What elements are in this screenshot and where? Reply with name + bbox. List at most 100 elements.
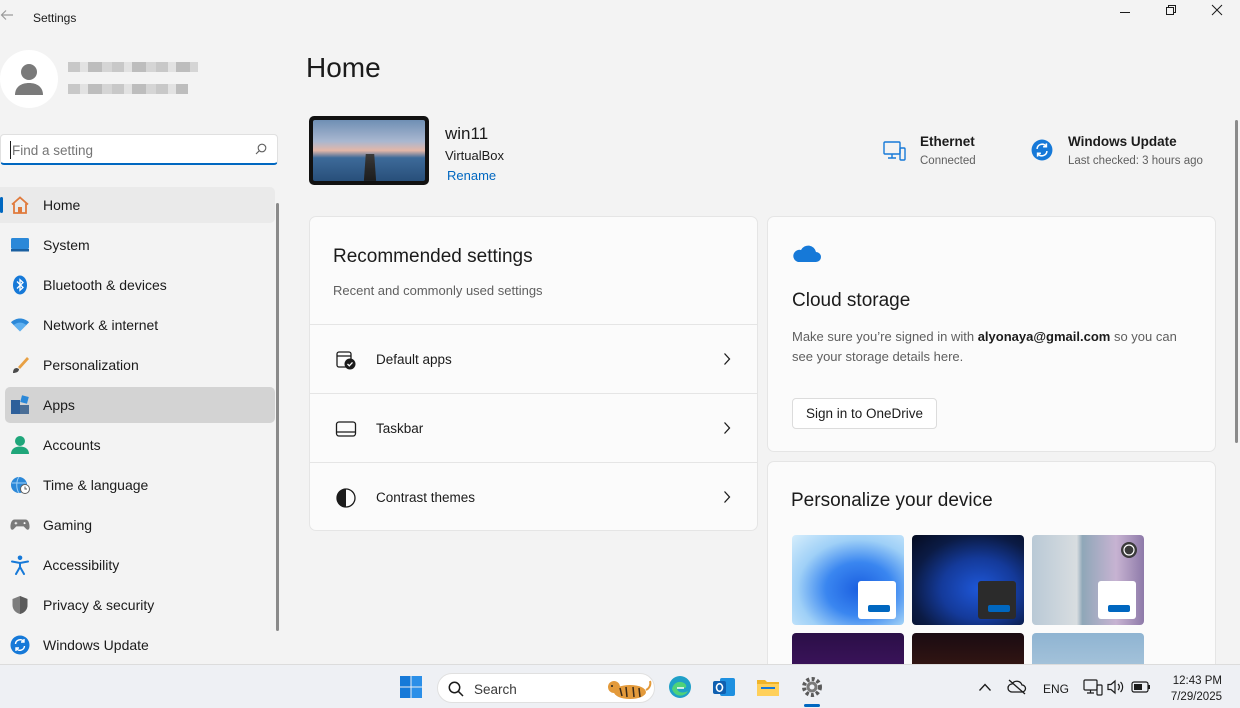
avatar[interactable] xyxy=(0,50,58,108)
sidebar-item-label: Time & language xyxy=(43,477,149,493)
minimize-button[interactable] xyxy=(1102,0,1148,20)
edge-icon[interactable] xyxy=(668,675,692,699)
taskbar-search[interactable]: Search xyxy=(437,673,655,703)
active-app-indicator xyxy=(804,704,820,707)
device-name: win11 xyxy=(445,124,489,143)
file-explorer-icon[interactable] xyxy=(756,675,780,699)
contrast-icon xyxy=(335,487,357,509)
search-input[interactable] xyxy=(10,141,240,159)
sidebar-item-label: Network & internet xyxy=(43,317,159,333)
sidebar-item-accessibility[interactable]: Accessibility xyxy=(5,547,275,583)
sidebar-item-windows-update[interactable]: Windows Update xyxy=(5,627,275,663)
gamepad-icon xyxy=(10,515,30,535)
recommended-subtitle: Recent and commonly used settings xyxy=(333,283,543,298)
search-icon[interactable] xyxy=(255,143,267,155)
personalize-card: Personalize your device xyxy=(767,461,1216,708)
sidebar-item-time-language[interactable]: Time & language xyxy=(5,467,275,503)
tiger-illustration-icon xyxy=(608,680,652,699)
sidebar-item-label: Windows Update xyxy=(43,637,149,653)
sidebar-item-label: Personalization xyxy=(43,357,139,373)
recommended-row-contrast-themes[interactable]: Contrast themes xyxy=(310,462,757,531)
user-icon xyxy=(15,64,43,95)
cloud-storage-card: Cloud storage Make sure you’re signed in… xyxy=(767,216,1216,452)
restore-button[interactable] xyxy=(1148,0,1194,20)
theme-thumbnail-dark[interactable] xyxy=(912,535,1024,625)
sidebar-scrollbar[interactable] xyxy=(276,203,279,631)
bluetooth-icon xyxy=(10,275,30,295)
battery-icon[interactable] xyxy=(1129,675,1153,699)
sidebar-item-apps[interactable]: Apps xyxy=(5,387,275,423)
page-title: Home xyxy=(306,52,381,83)
spotlight-icon xyxy=(1121,542,1137,558)
sidebar-item-network[interactable]: Network & internet xyxy=(5,307,275,343)
sidebar-item-bluetooth[interactable]: Bluetooth & devices xyxy=(5,267,275,303)
time-language-icon xyxy=(10,475,30,495)
rename-link[interactable]: Rename xyxy=(447,168,496,183)
close-button[interactable] xyxy=(1194,0,1240,20)
back-arrow-icon[interactable] xyxy=(0,8,16,24)
taskbar: Search ENG 12:43 PM 7/29/2025 xyxy=(0,664,1240,708)
windows-start-icon[interactable] xyxy=(399,675,423,699)
sidebar-item-label: Apps xyxy=(43,397,75,413)
row-label: Taskbar xyxy=(376,421,424,436)
main-scrollbar[interactable] xyxy=(1235,120,1238,443)
ethernet-subtitle: Connected xyxy=(920,155,976,167)
sidebar-item-home[interactable]: Home xyxy=(0,187,275,223)
sidebar-item-system[interactable]: System xyxy=(5,227,275,263)
sidebar-item-label: Accessibility xyxy=(43,557,120,573)
volume-icon[interactable] xyxy=(1105,675,1129,699)
settings-gear-icon[interactable] xyxy=(800,675,824,699)
cloud-storage-title: Cloud storage xyxy=(792,290,911,311)
chevron-right-icon xyxy=(724,422,731,434)
theme-thumbnail-spotlight[interactable] xyxy=(1032,535,1144,625)
recommended-row-default-apps[interactable]: Default apps xyxy=(310,324,757,393)
sidebar-item-privacy[interactable]: Privacy & security xyxy=(5,587,275,623)
onedrive-cloud-icon xyxy=(793,245,821,262)
home-icon xyxy=(10,195,30,215)
clock-date[interactable]: 7/29/2025 xyxy=(1166,691,1222,703)
account-email: alyonaya@gmail.com xyxy=(977,329,1111,344)
title-bar: Settings xyxy=(0,0,1240,34)
personalize-title: Personalize your device xyxy=(791,490,993,511)
taskbar-icon xyxy=(335,418,357,440)
language-indicator[interactable]: ENG xyxy=(1043,682,1069,696)
network-status-icon[interactable] xyxy=(1081,675,1105,699)
network-icon xyxy=(10,315,30,335)
recommended-settings-card: Recommended settings Recent and commonly… xyxy=(309,216,758,531)
update-icon xyxy=(1031,139,1055,163)
sidebar-nav: Home System Bluetooth & devices Network … xyxy=(0,187,280,667)
sidebar-item-label: System xyxy=(43,237,90,253)
ethernet-icon xyxy=(883,139,907,163)
outlook-icon[interactable] xyxy=(712,675,736,699)
ethernet-title: Ethernet xyxy=(920,134,975,149)
sign-in-onedrive-button[interactable]: Sign in to OneDrive xyxy=(792,398,937,429)
brush-icon xyxy=(10,355,30,375)
search-setting-box[interactable] xyxy=(0,134,278,165)
onedrive-offline-icon[interactable] xyxy=(1005,675,1029,699)
sidebar-item-label: Gaming xyxy=(43,517,93,533)
windows-update-subtitle: Last checked: 3 hours ago xyxy=(1068,155,1203,167)
update-icon xyxy=(10,635,30,655)
accounts-icon xyxy=(10,435,30,455)
sidebar-item-personalization[interactable]: Personalization xyxy=(5,347,275,383)
shield-icon xyxy=(10,595,30,615)
selected-indicator xyxy=(0,197,3,213)
row-label: Default apps xyxy=(376,352,452,367)
windows-update-title: Windows Update xyxy=(1068,134,1177,149)
chevron-up-icon[interactable] xyxy=(973,675,997,699)
sidebar-item-gaming[interactable]: Gaming xyxy=(5,507,275,543)
theme-thumbnail-light[interactable] xyxy=(792,535,904,625)
sidebar-item-accounts[interactable]: Accounts xyxy=(5,427,275,463)
device-wallpaper-thumbnail xyxy=(309,116,429,185)
device-model: VirtualBox xyxy=(445,148,505,163)
default-apps-icon xyxy=(335,349,357,371)
system-icon xyxy=(10,235,30,255)
chevron-right-icon xyxy=(724,353,731,365)
clock-time[interactable]: 12:43 PM xyxy=(1166,675,1222,687)
cloud-storage-description: Make sure you’re signed in with alyonaya… xyxy=(792,329,1177,364)
sidebar-item-label: Accounts xyxy=(43,437,101,453)
accessibility-icon xyxy=(10,555,30,575)
apps-icon xyxy=(10,395,30,415)
chevron-right-icon xyxy=(724,491,731,503)
recommended-row-taskbar[interactable]: Taskbar xyxy=(310,393,757,462)
